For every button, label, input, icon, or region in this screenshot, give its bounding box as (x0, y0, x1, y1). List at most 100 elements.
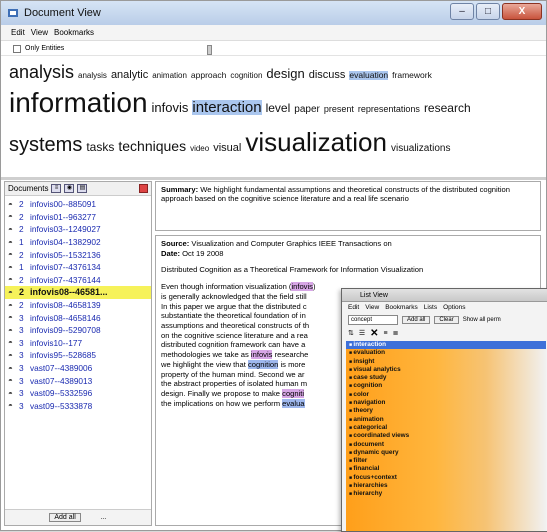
entity-item[interactable]: filter (346, 457, 546, 465)
eye-icon[interactable]: ◓ (8, 250, 19, 259)
cloud-word[interactable]: framework (392, 71, 432, 80)
eye-icon[interactable]: ◓ (8, 225, 19, 234)
menu-bookmarks[interactable]: Bookmarks (54, 28, 94, 37)
lv-menu-edit[interactable]: Edit (348, 304, 359, 311)
more-button[interactable]: ... (101, 514, 107, 521)
cloud-word[interactable]: infovis (152, 101, 189, 114)
eye-icon[interactable]: ◓ (8, 301, 19, 310)
minimize-button[interactable]: – (450, 3, 474, 20)
entity-item[interactable]: navigation (346, 399, 546, 407)
eye-icon[interactable]: ◓ (8, 200, 19, 209)
clear-button[interactable]: Clear (434, 316, 459, 324)
entity-item[interactable]: theory (346, 407, 546, 415)
document-item[interactable]: ◓ 2 infovis01--963277 (5, 211, 151, 224)
document-item[interactable]: ◓ 2 infovis00--885091 (5, 198, 151, 211)
entity-type-select[interactable]: concept (348, 315, 398, 325)
document-item[interactable]: ◓ 3 infovis95--528685 (5, 349, 151, 362)
cloud-word[interactable]: representations (358, 105, 420, 114)
cloud-size-slider[interactable] (207, 45, 212, 55)
cloud-word[interactable]: evaluation (349, 71, 389, 80)
document-item[interactable]: ◓ 3 infovis10--177 (5, 337, 151, 350)
entity-item[interactable]: categorical (346, 424, 546, 432)
close-button[interactable]: X (502, 3, 542, 20)
cloud-word[interactable]: analytic (111, 70, 148, 81)
sort-icon[interactable]: ⇅ (348, 329, 354, 337)
only-entities-checkbox[interactable] (13, 44, 21, 53)
document-item[interactable]: ◓ 3 vast09--5332596 (5, 387, 151, 400)
eye-icon[interactable]: ◓ (8, 351, 19, 360)
entity-item[interactable]: hierarchies (346, 482, 546, 490)
entity-item[interactable]: visual analytics (346, 366, 546, 374)
entity-item[interactable]: color (346, 391, 546, 399)
cloud-word[interactable]: approach (191, 71, 226, 80)
eye-icon[interactable]: ◓ (8, 326, 19, 335)
cloud-word[interactable]: paper (294, 105, 320, 115)
entity-item[interactable]: dynamic query (346, 449, 546, 457)
eye-icon[interactable]: ◓ (8, 376, 19, 385)
splitter[interactable] (1, 177, 546, 180)
lv-add-all-button[interactable]: Add all (402, 316, 431, 324)
eye-icon[interactable]: ◓ (8, 389, 19, 398)
eye-icon[interactable]: ◓ (8, 238, 19, 247)
entity-item[interactable]: cognition (346, 382, 546, 390)
entity-item[interactable]: financial (346, 465, 546, 473)
cloud-word[interactable]: techniques (118, 139, 186, 153)
eye-icon[interactable]: ◓ (8, 401, 19, 410)
entity-item[interactable]: focus+context (346, 474, 546, 482)
eye-icon[interactable]: ◓ (8, 212, 19, 221)
cloud-word[interactable]: discuss (309, 70, 346, 81)
close-icon[interactable] (139, 184, 148, 193)
entity-item[interactable]: animation (346, 416, 546, 424)
cloud-word[interactable]: tasks (86, 141, 114, 153)
eye-icon[interactable]: ◓ (8, 263, 19, 272)
menu-view[interactable]: View (31, 28, 48, 37)
document-item[interactable]: ◓ 3 infovis09--5290708 (5, 324, 151, 337)
document-item[interactable]: ◓ 3 infovis08--4658146 (5, 311, 151, 324)
document-item[interactable]: ◓ 1 infovis07--4376134 (5, 261, 151, 274)
cloud-word[interactable]: analysis (78, 72, 107, 80)
align-center-icon[interactable]: ≣ (393, 329, 399, 337)
entity-item[interactable]: interaction (346, 341, 546, 350)
cloud-word[interactable]: analysis (9, 63, 74, 81)
eye-icon[interactable]: ◓ (8, 364, 19, 373)
entity-item[interactable]: hierarchy (346, 490, 546, 498)
add-all-button[interactable]: Add all (49, 513, 81, 522)
cloud-word[interactable]: animation (152, 72, 187, 80)
entity-item[interactable]: insight (346, 358, 546, 366)
list-icon[interactable]: ☰ (359, 329, 365, 337)
cloud-word[interactable]: level (266, 102, 291, 114)
entity-item[interactable]: case study (346, 374, 546, 382)
eye-icon[interactable]: ◓ (8, 338, 19, 347)
align-left-icon[interactable]: ≡ (384, 330, 388, 337)
eye-icon[interactable]: ◉ (64, 184, 75, 193)
menu-edit[interactable]: Edit (11, 28, 25, 37)
document-item[interactable]: ◓ 3 vast09--5333878 (5, 400, 151, 413)
cloud-word[interactable]: research (424, 102, 471, 114)
maximize-button[interactable]: □ (476, 3, 500, 20)
eye-icon[interactable]: ◓ (8, 313, 19, 322)
lv-menu-view[interactable]: View (365, 304, 379, 311)
lv-menu-bookmarks[interactable]: Bookmarks (385, 304, 418, 311)
cloud-word[interactable]: video (190, 145, 209, 153)
entity-item[interactable]: evaluation (346, 349, 546, 357)
eye-icon[interactable]: ◓ (8, 288, 19, 297)
cloud-word[interactable]: systems (9, 135, 82, 155)
cloud-word[interactable]: present (324, 105, 354, 114)
show-all-button[interactable]: Show all perm (463, 317, 501, 323)
document-item[interactable]: ◓ 3 vast07--4389006 (5, 362, 151, 375)
eye-icon[interactable]: ◓ (8, 275, 19, 284)
document-item[interactable]: ◓ 2 infovis05--1532136 (5, 248, 151, 261)
document-item[interactable]: ◓ 2 infovis08--46581... (5, 286, 151, 299)
document-item[interactable]: ◓ 2 infovis08--4658139 (5, 299, 151, 312)
document-item[interactable]: ◓ 2 infovis03--1249027 (5, 223, 151, 236)
sort-icon[interactable]: ≡ (51, 184, 62, 193)
cloud-word[interactable]: visualization (245, 129, 387, 155)
cloud-word[interactable]: design (266, 67, 304, 80)
lv-menu-lists[interactable]: Lists (424, 304, 437, 311)
cloud-word[interactable]: information (9, 89, 148, 117)
delete-icon[interactable]: ✕ (370, 328, 378, 339)
document-item[interactable]: ◓ 1 infovis04--1382902 (5, 236, 151, 249)
entity-item[interactable]: document (346, 441, 546, 449)
entity-item[interactable]: coordinated views (346, 432, 546, 440)
cloud-word[interactable]: cognition (230, 72, 262, 80)
